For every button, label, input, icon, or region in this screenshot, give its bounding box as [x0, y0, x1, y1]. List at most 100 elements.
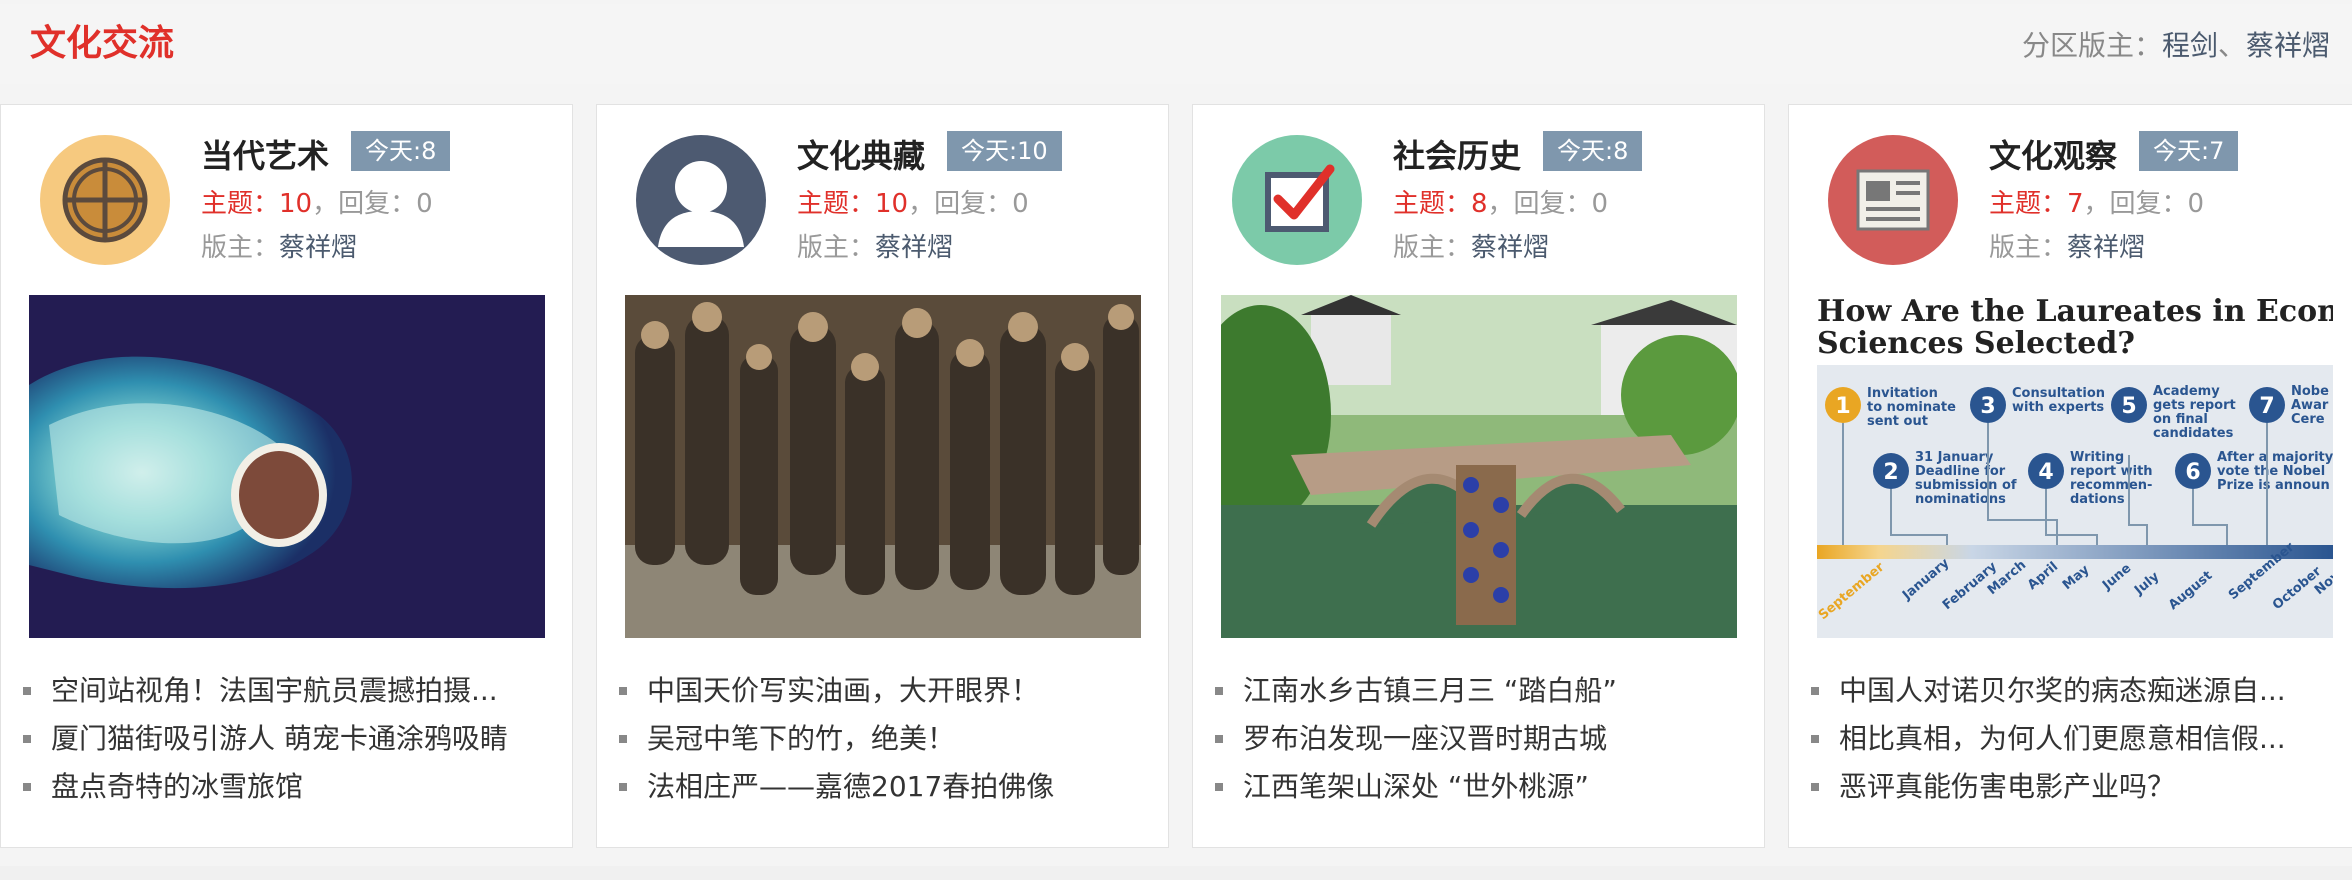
- step-number: 7: [2259, 394, 2274, 419]
- bullet-icon: [23, 783, 31, 791]
- bullet-icon: [619, 783, 627, 791]
- today-count-badge: 今天:8: [1543, 131, 1643, 171]
- bullet-icon: [1215, 735, 1223, 743]
- post-link[interactable]: 恶评真能伤害电影产业吗？: [1809, 763, 2349, 811]
- moderator-link[interactable]: 蔡祥熠: [2067, 233, 2145, 263]
- today-count-badge: 今天:10: [947, 131, 1062, 171]
- post-title: 空间站视角！法国宇航员震撼拍摄...: [51, 674, 498, 707]
- satellite-island-thumbnail[interactable]: [29, 295, 545, 638]
- post-link[interactable]: 中国天价写实油画，大开眼界！: [617, 667, 1157, 715]
- recent-posts-list: 中国人对诺贝尔奖的病态痴迷源自... 相比真相，为何人们更愿意相信假... 恶评…: [1809, 667, 2349, 811]
- post-link[interactable]: 中国人对诺贝尔奖的病态痴迷源自...: [1809, 667, 2349, 715]
- topic-count: 主题：10: [201, 189, 313, 219]
- reply-count: ，回复：0: [312, 189, 433, 219]
- bullet-icon: [1811, 783, 1819, 791]
- moderator-link-cai[interactable]: 蔡祥熠: [2246, 29, 2330, 62]
- moderator-link[interactable]: 蔡祥熠: [1471, 233, 1549, 263]
- section-header: 文化交流 分区版主：程剑、蔡祥熠: [0, 4, 2352, 84]
- forum-moderator: 版主：蔡祥熠: [1989, 229, 2145, 267]
- recent-posts-list: 江南水乡古镇三月三 “踏白船” 罗布泊发现一座汉晋时期古城 江西笔架山深处 “世…: [1213, 667, 1753, 811]
- forum-moderator: 版主：蔡祥熠: [797, 229, 953, 267]
- step-number: 5: [2121, 394, 2136, 419]
- moderators-label: 分区版主：: [2021, 29, 2162, 62]
- forum-stats: 主题：10，回复：0: [201, 185, 433, 223]
- forum-name[interactable]: 文化观察: [1989, 133, 2117, 179]
- step-text: gets report: [2153, 398, 2236, 413]
- step-text: submission of: [1915, 478, 2017, 493]
- today-count-badge: 今天:7: [2139, 131, 2239, 171]
- reply-count: ，回复：0: [2083, 189, 2205, 219]
- step-text: Writing: [2070, 450, 2124, 465]
- forum-stats: 主题：7，回复：0: [1989, 185, 2204, 223]
- moderator-link[interactable]: 蔡祥熠: [279, 233, 357, 263]
- reply-count: ，回复：0: [908, 189, 1029, 219]
- checkbox-icon[interactable]: [1232, 135, 1362, 265]
- forum-stats: 主题：10，回复：0: [797, 185, 1029, 223]
- oil-painting-thumbnail[interactable]: [625, 295, 1141, 638]
- post-link[interactable]: 江西笔架山深处 “世外桃源”: [1213, 763, 1753, 811]
- post-link[interactable]: 法相庄严——嘉德2017春拍佛像: [617, 763, 1157, 811]
- recent-posts-list: 空间站视角！法国宇航员震撼拍摄... 厦门猫街吸引游人 萌宠卡通涂鸦吸睛 盘点奇…: [21, 667, 561, 811]
- today-count-badge: 今天:8: [351, 131, 451, 171]
- nobel-infographic-thumbnail[interactable]: How Are the Laureates in Economi Science…: [1817, 295, 2333, 638]
- step-text: Cere: [2291, 412, 2325, 427]
- topic-count: 主题：8: [1393, 189, 1488, 219]
- moderator-label: 版主：: [201, 233, 280, 263]
- bottom-divider: [0, 866, 2352, 880]
- step-text: dations: [2070, 492, 2125, 507]
- topic-count: 主题：10: [797, 189, 909, 219]
- post-link[interactable]: 厦门猫街吸引游人 萌宠卡通涂鸦吸睛: [21, 715, 561, 763]
- post-title: 中国天价写实油画，大开眼界！: [647, 674, 1040, 707]
- step-text: nominations: [1915, 492, 2006, 507]
- step-text: report with: [2070, 464, 2153, 479]
- section-title[interactable]: 文化交流: [30, 22, 174, 66]
- step-text: Deadline for: [1915, 464, 2006, 479]
- newspaper-icon[interactable]: [1828, 135, 1958, 265]
- moderator-label: 版主：: [1989, 233, 2068, 263]
- forum-name[interactable]: 文化典藏: [797, 133, 925, 179]
- bullet-icon: [23, 687, 31, 695]
- water-town-thumbnail[interactable]: [1221, 295, 1737, 638]
- bullet-icon: [23, 735, 31, 743]
- moderator-link-cheng[interactable]: 程剑: [2162, 29, 2218, 62]
- post-title: 盘点奇特的冰雪旅馆: [51, 770, 304, 803]
- step-text: After a majority: [2217, 450, 2333, 465]
- user-avatar-icon[interactable]: [636, 135, 766, 265]
- forum-card-contemporary-art: 当代艺术 今天:8 主题：10，回复：0 版主：蔡祥熠 空间站视角！法国宇航员震…: [0, 104, 573, 848]
- forum-name[interactable]: 社会历史: [1393, 133, 1521, 179]
- post-link[interactable]: 罗布泊发现一座汉晋时期古城: [1213, 715, 1753, 763]
- bullet-icon: [1811, 687, 1819, 695]
- post-title: 江南水乡古镇三月三 “踏白船”: [1243, 674, 1617, 707]
- bullet-icon: [1215, 783, 1223, 791]
- step-text: vote the Nobel: [2217, 464, 2325, 479]
- bullet-icon: [1215, 687, 1223, 695]
- step-text: 31 January: [1915, 450, 1994, 465]
- step-number: 4: [2038, 460, 2053, 485]
- post-link[interactable]: 吴冠中笔下的竹，绝美！: [617, 715, 1157, 763]
- infographic-title-line2: Sciences Selected?: [1817, 326, 2135, 361]
- forum-moderator: 版主：蔡祥熠: [201, 229, 357, 267]
- post-link[interactable]: 江南水乡古镇三月三 “踏白船”: [1213, 667, 1753, 715]
- moderator-label: 版主：: [797, 233, 876, 263]
- topic-count: 主题：7: [1989, 189, 2084, 219]
- forum-name[interactable]: 当代艺术: [201, 133, 329, 179]
- step-number: 1: [1835, 394, 1850, 419]
- section-moderators: 分区版主：程剑、蔡祥熠: [2022, 26, 2330, 66]
- post-title: 江西笔架山深处 “世外桃源”: [1243, 770, 1589, 803]
- post-title: 厦门猫街吸引游人 萌宠卡通涂鸦吸睛: [51, 722, 508, 755]
- post-link[interactable]: 盘点奇特的冰雪旅馆: [21, 763, 561, 811]
- post-link[interactable]: 空间站视角！法国宇航员震撼拍摄...: [21, 667, 561, 715]
- moderator-separator: 、: [2217, 29, 2246, 62]
- forum-moderator: 版主：蔡祥熠: [1393, 229, 1549, 267]
- infographic-title-line1: How Are the Laureates in Economi: [1817, 295, 2333, 329]
- forum-stats: 主题：8，回复：0: [1393, 185, 1608, 223]
- moderator-link[interactable]: 蔡祥熠: [875, 233, 953, 263]
- step-text: Academy: [2153, 384, 2220, 399]
- bullet-icon: [1811, 735, 1819, 743]
- step-number: 2: [1883, 460, 1898, 485]
- step-text: Nobe: [2291, 384, 2329, 399]
- step-number: 6: [2185, 460, 2200, 485]
- art-palette-icon[interactable]: [40, 135, 170, 265]
- post-title: 吴冠中笔下的竹，绝美！: [647, 722, 956, 755]
- post-link[interactable]: 相比真相，为何人们更愿意相信假...: [1809, 715, 2349, 763]
